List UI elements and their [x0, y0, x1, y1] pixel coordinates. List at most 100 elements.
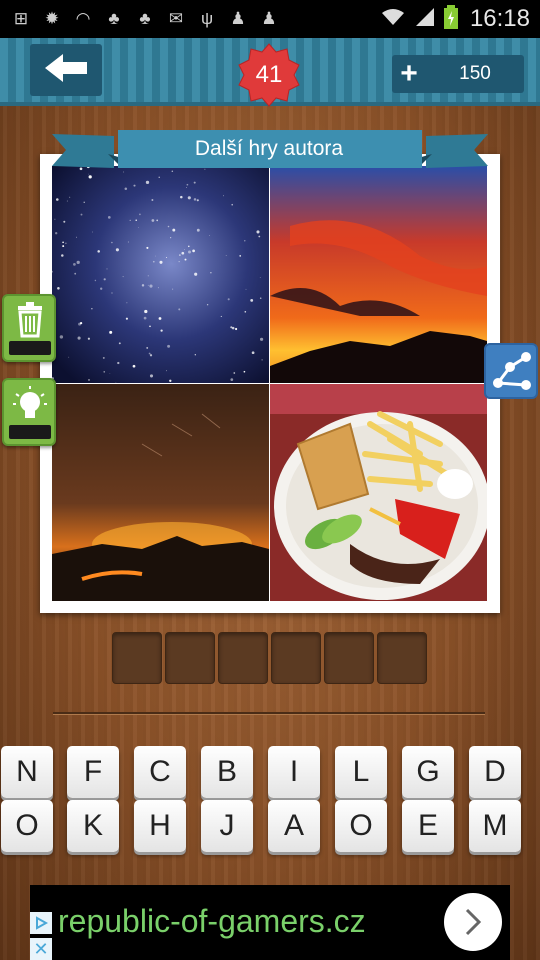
answer-slot[interactable]	[377, 632, 427, 684]
usb-icon: ψ	[200, 9, 214, 28]
reveal-letter-button[interactable]	[2, 378, 56, 446]
ad-close-icon[interactable]: ✕	[30, 938, 52, 960]
star	[233, 372, 236, 374]
trash-cost-bar	[9, 341, 51, 355]
star	[147, 275, 149, 277]
star	[159, 260, 163, 264]
brightness-icon: ✹	[44, 9, 60, 28]
star	[146, 346, 149, 349]
letter-key[interactable]: N	[1, 746, 53, 798]
star	[179, 254, 181, 256]
letter-key[interactable]: I	[268, 746, 320, 798]
star	[210, 272, 212, 274]
adchoices-icon[interactable]	[30, 912, 52, 934]
star	[54, 218, 56, 220]
star	[245, 288, 247, 290]
star	[155, 255, 157, 257]
cell-signal-icon	[414, 7, 436, 32]
star	[250, 298, 254, 302]
level-badge: 41	[236, 42, 302, 108]
letter-key[interactable]: J	[201, 800, 253, 852]
star	[56, 198, 59, 201]
star	[244, 311, 247, 313]
answer-slot[interactable]	[271, 632, 321, 684]
letter-key[interactable]: F	[67, 746, 119, 798]
star	[227, 298, 230, 301]
coins-counter[interactable]: + 150	[392, 55, 524, 93]
star	[59, 335, 64, 339]
star	[77, 336, 81, 340]
star	[97, 250, 100, 253]
star	[79, 321, 83, 325]
ad-open-button[interactable]	[444, 893, 502, 951]
ad-text[interactable]: republic-of-gamers.cz	[58, 885, 366, 957]
star	[74, 272, 77, 275]
add-icon: ⊞	[13, 9, 29, 28]
star	[170, 237, 172, 239]
star	[152, 260, 155, 263]
remove-letters-button[interactable]	[2, 294, 56, 362]
letter-key[interactable]: O	[335, 800, 387, 852]
picture-frame	[40, 154, 500, 613]
star	[239, 255, 242, 257]
star	[194, 354, 196, 356]
star	[66, 200, 68, 202]
letter-key[interactable]: O	[1, 800, 53, 852]
star	[141, 284, 145, 287]
letter-key[interactable]: L	[335, 746, 387, 798]
star	[109, 373, 111, 374]
letter-key[interactable]: A	[268, 800, 320, 852]
star	[135, 219, 137, 221]
battery-icon	[443, 4, 458, 34]
more-games-link[interactable]: Další hry autora	[118, 132, 420, 166]
star	[87, 337, 90, 340]
star	[146, 246, 149, 249]
star	[188, 245, 190, 248]
wifi-signal-icon	[380, 7, 406, 32]
star	[143, 316, 147, 320]
letter-key[interactable]: K	[67, 800, 119, 852]
back-button[interactable]	[30, 44, 102, 96]
answer-slot[interactable]	[324, 632, 374, 684]
star	[196, 228, 200, 232]
star	[222, 195, 225, 197]
letter-key[interactable]: H	[134, 800, 186, 852]
star	[126, 302, 128, 304]
star	[145, 180, 150, 185]
letter-key[interactable]: E	[402, 800, 454, 852]
star	[133, 184, 136, 187]
star	[115, 248, 119, 252]
answer-slot[interactable]	[112, 632, 162, 684]
answer-slot[interactable]	[218, 632, 268, 684]
ad-banner[interactable]: republic-of-gamers.cz	[30, 885, 510, 960]
star	[167, 225, 170, 228]
star	[122, 276, 124, 278]
star	[62, 245, 65, 248]
star	[157, 287, 159, 289]
star	[230, 378, 234, 381]
star	[184, 258, 187, 261]
letter-key[interactable]: C	[134, 746, 186, 798]
letter-key[interactable]: M	[469, 800, 521, 852]
picture-food-plate	[270, 384, 487, 601]
star	[244, 240, 246, 242]
star	[138, 227, 139, 228]
level-number: 41	[255, 61, 283, 88]
lightbulb-icon	[13, 386, 47, 418]
star	[149, 284, 153, 288]
star	[91, 308, 93, 310]
picture-grid	[52, 166, 487, 601]
answer-slot[interactable]	[165, 632, 215, 684]
letter-key[interactable]: G	[402, 746, 454, 798]
letter-key[interactable]: D	[469, 746, 521, 798]
answer-slots	[112, 632, 432, 686]
star	[148, 352, 151, 355]
share-button[interactable]	[484, 343, 538, 399]
letter-key[interactable]: B	[201, 746, 253, 798]
star	[193, 198, 197, 201]
add-coins-button[interactable]: +	[392, 59, 426, 89]
star	[172, 288, 174, 290]
star	[149, 325, 151, 328]
star	[107, 216, 111, 219]
star	[55, 232, 58, 235]
